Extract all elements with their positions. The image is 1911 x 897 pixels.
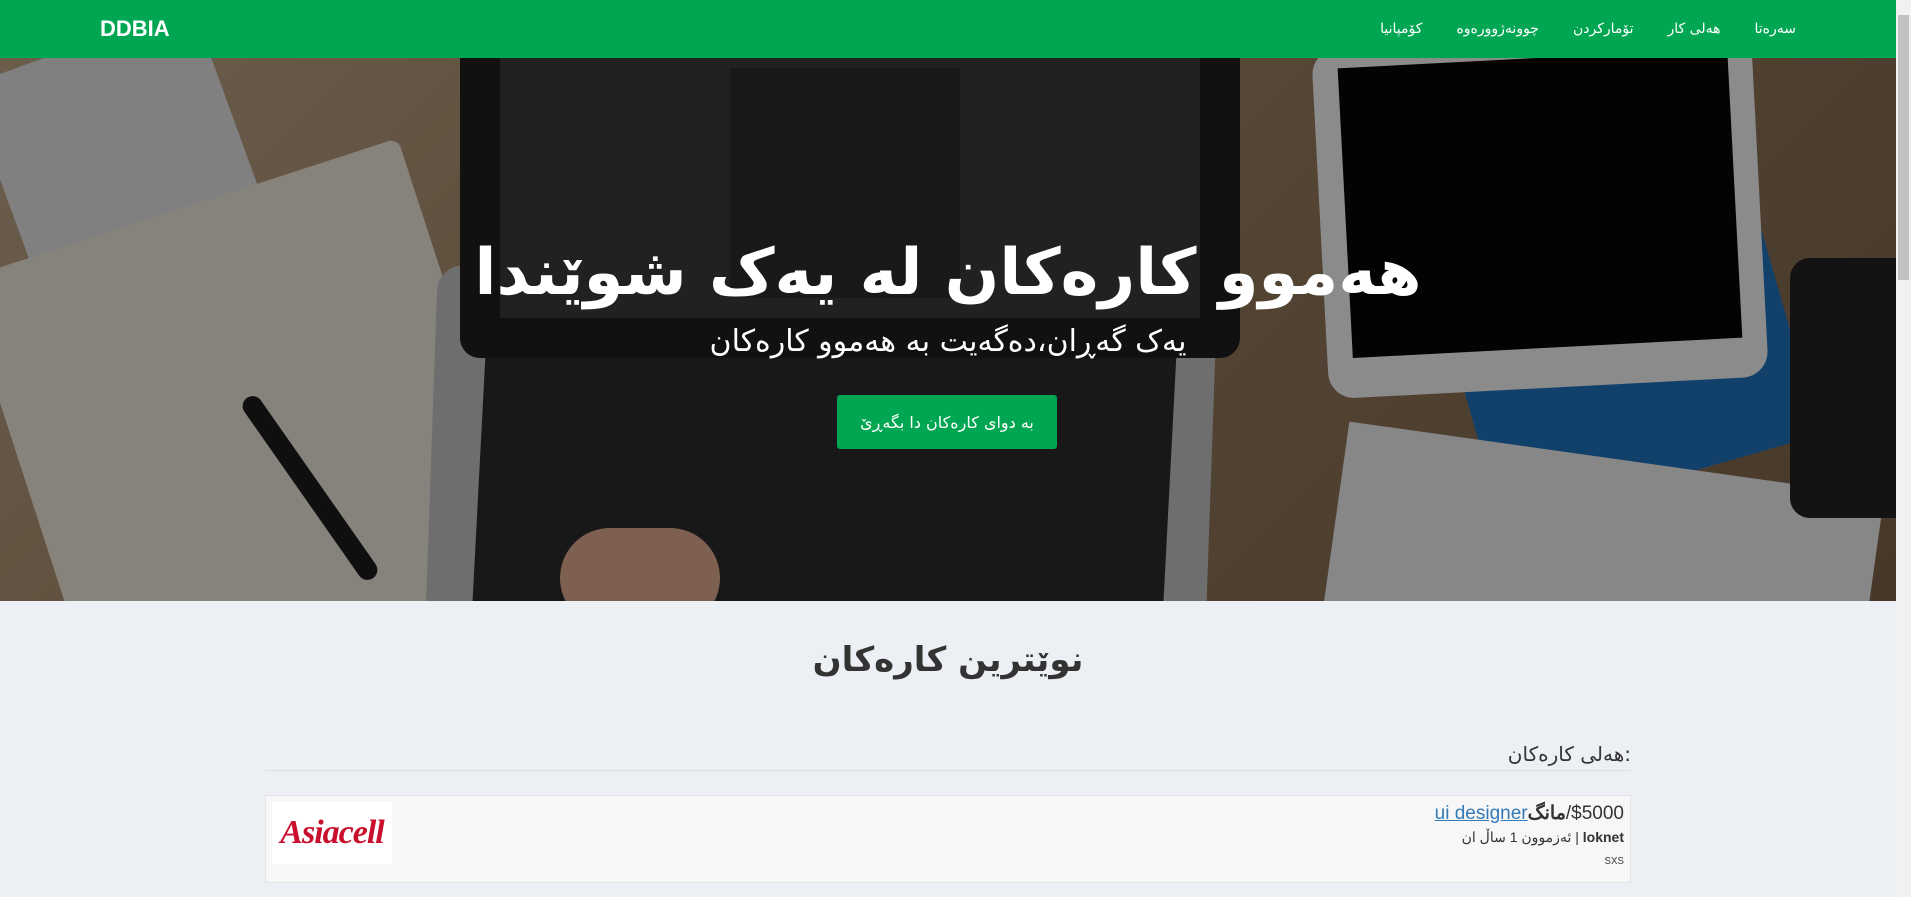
job-title-link[interactable]: ui designer bbox=[1435, 803, 1528, 824]
nav-link-login[interactable]: چوونەژوورەوە bbox=[1456, 21, 1539, 37]
job-listing-item[interactable]: Asiacell $5000/مانگui designer loknet | … bbox=[265, 795, 1631, 883]
nav-link-register[interactable]: تۆمارکردن bbox=[1573, 21, 1634, 37]
job-location: sxs bbox=[1604, 852, 1625, 867]
jobs-divider bbox=[265, 770, 1631, 771]
nav-link-home[interactable]: سەرەتا bbox=[1755, 21, 1797, 37]
nav-link-jobs[interactable]: هەلی کار bbox=[1668, 21, 1721, 37]
nav-link-company[interactable]: کۆمپانیا bbox=[1380, 21, 1422, 37]
hero-banner: هەموو کارەکان لە یەک شوێندا یەک گەڕان،دە… bbox=[0, 58, 1896, 601]
brand-logo[interactable]: DDBIA bbox=[100, 16, 170, 42]
company-logo: Asiacell bbox=[272, 802, 392, 864]
company-logo-text: Asiacell bbox=[280, 814, 384, 851]
hero-title: هەموو کارەکان لە یەک شوێندا bbox=[474, 236, 1422, 310]
job-title-line: $5000/مانگui designer bbox=[1435, 802, 1624, 825]
job-salary: $5000/ bbox=[1565, 803, 1624, 824]
job-company-line: loknet | ئەزموون 1 ساڵ ان bbox=[1435, 829, 1624, 846]
top-navbar: DDBIA سەرەتا هەلی کار تۆمارکردن چوونەژوو… bbox=[0, 0, 1896, 58]
latest-jobs-title: نوێترین کارەکان bbox=[812, 640, 1084, 680]
search-jobs-button[interactable]: بە دوای کارەکان دا بگەڕێ bbox=[837, 395, 1057, 449]
hero-content: هەموو کارەکان لە یەک شوێندا یەک گەڕان،دە… bbox=[0, 58, 1896, 601]
job-company: loknet bbox=[1582, 829, 1624, 845]
job-info: $5000/مانگui designer loknet | ئەزموون 1… bbox=[1435, 802, 1624, 867]
job-experience: | ئەزموون 1 ساڵ ان bbox=[1461, 829, 1579, 845]
job-salary-period: مانگ bbox=[1527, 803, 1566, 824]
nav-links: سەرەتا هەلی کار تۆمارکردن چوونەژوورەوە ک… bbox=[1380, 21, 1796, 37]
page-scrollbar-thumb[interactable] bbox=[1898, 15, 1909, 280]
hero-subtitle: یەک گەڕان،دەگەیت بە هەموو کارەکان bbox=[709, 324, 1187, 359]
jobs-heading: هەلی کارەکان: bbox=[1507, 742, 1631, 766]
